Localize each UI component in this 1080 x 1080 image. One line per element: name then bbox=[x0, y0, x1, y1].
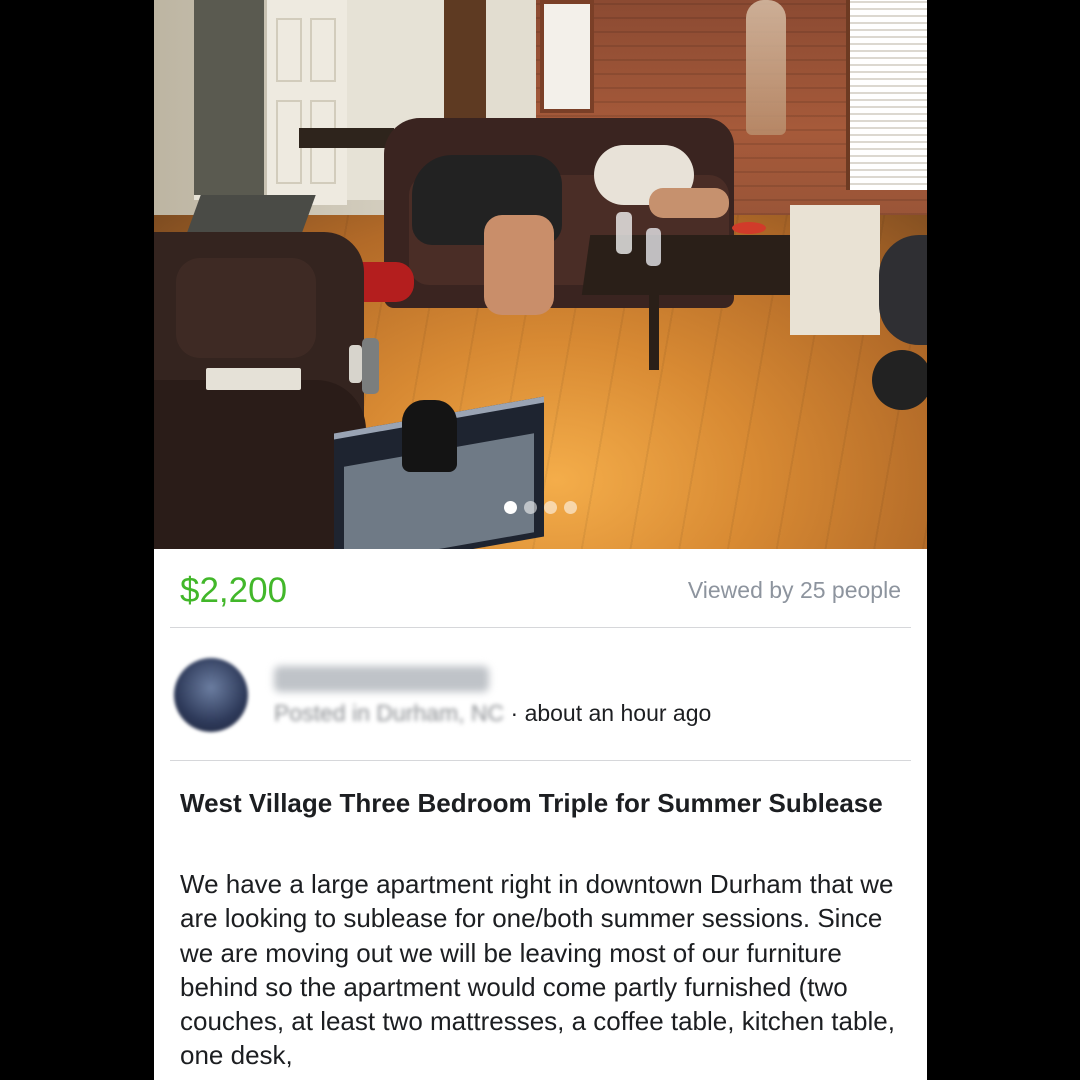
listing-title: West Village Three Bedroom Triple for Su… bbox=[180, 788, 883, 818]
divider bbox=[170, 627, 911, 628]
carousel-indicator[interactable] bbox=[504, 501, 577, 514]
posted-time: about an hour ago bbox=[524, 700, 712, 726]
seller-name-redacted[interactable] bbox=[274, 666, 489, 692]
view-count: Viewed by 25 people bbox=[687, 577, 901, 603]
couch-cushion bbox=[176, 258, 316, 358]
plate bbox=[732, 222, 766, 234]
listing-price: $2,200 bbox=[180, 571, 288, 610]
laptop bbox=[206, 368, 301, 390]
doorway bbox=[194, 0, 269, 195]
seller-avatar[interactable] bbox=[174, 658, 248, 732]
round-chair bbox=[879, 235, 927, 345]
coffee-table-leg bbox=[649, 290, 659, 370]
window bbox=[540, 0, 594, 113]
bottle bbox=[646, 228, 661, 266]
carousel-dot[interactable] bbox=[544, 501, 557, 514]
backpack bbox=[402, 400, 457, 472]
window-blinds bbox=[846, 0, 927, 190]
listing-photo[interactable] bbox=[154, 0, 927, 549]
door-panel bbox=[276, 18, 302, 82]
carousel-dot-active[interactable] bbox=[504, 501, 517, 514]
posted-separator: · bbox=[510, 700, 519, 726]
wall-segment bbox=[486, 0, 536, 135]
posted-location[interactable]: Durham, NC bbox=[376, 700, 504, 727]
sleeping-person-legs bbox=[484, 215, 554, 315]
door-panel bbox=[310, 18, 336, 82]
wood-pillar bbox=[444, 0, 486, 135]
marketplace-listing-card: $2,200 Viewed by 25 people Posted in Dur… bbox=[154, 0, 927, 1080]
dining-table bbox=[299, 128, 394, 148]
posted-prefix: Posted in bbox=[274, 700, 370, 726]
wall-poster bbox=[746, 0, 786, 135]
carousel-dot[interactable] bbox=[564, 501, 577, 514]
posted-info: Posted in Durham, NC · about an hour ago bbox=[274, 700, 711, 727]
mini-fridge bbox=[790, 205, 880, 335]
price-row: $2,200 Viewed by 25 people bbox=[154, 549, 927, 627]
water-bottle bbox=[362, 338, 379, 394]
bottle bbox=[616, 212, 632, 254]
listing-description: We have a large apartment right in downt… bbox=[180, 869, 895, 1071]
divider bbox=[170, 760, 911, 761]
stool bbox=[872, 350, 927, 410]
bottle bbox=[349, 345, 362, 383]
sleeping-person-legs bbox=[649, 188, 729, 218]
carousel-dot[interactable] bbox=[524, 501, 537, 514]
